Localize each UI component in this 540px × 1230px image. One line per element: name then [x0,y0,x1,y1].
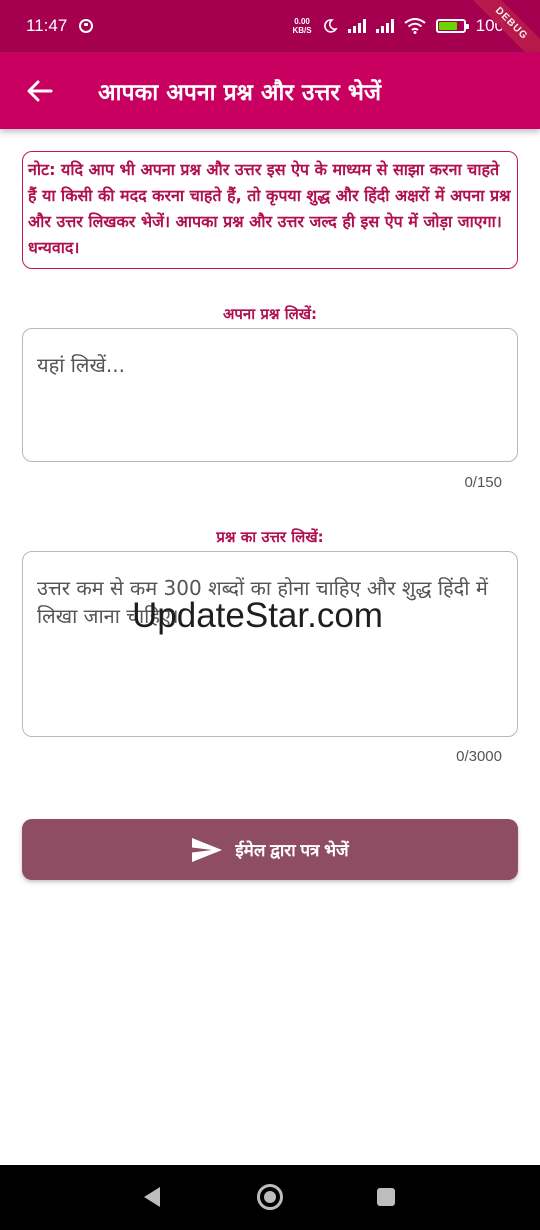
notification-icon [79,19,94,33]
question-label: अपना प्रश्न लिखें: [222,305,318,323]
arrow-left-icon [27,80,53,101]
status-time: 11:47 [26,16,68,35]
nav-home-button[interactable] [248,1175,292,1219]
moon-icon [323,19,338,33]
square-recents-icon [377,1188,395,1206]
answer-input[interactable] [22,551,518,737]
status-bar: 11:47 0.00 KB/S 100 DEBUG [0,0,540,70]
net-speed: 0.00 KB/S [293,17,312,35]
app-bar: आपका अपना प्रश्न और उत्तर भेजें [0,52,540,129]
answer-counter: 0/3000 [456,748,502,765]
wifi-icon [404,18,426,34]
net-speed-value: 0.00 [294,17,310,26]
triangle-back-icon [144,1187,160,1207]
nav-recents-button[interactable] [364,1175,408,1219]
circle-home-icon [257,1184,283,1210]
signal-icon [347,19,366,33]
send-button-label: ईमेल द्वारा पत्र भेजें [235,841,349,860]
battery-icon [435,19,469,33]
navigation-bar [0,1165,540,1230]
status-icons: 0.00 KB/S 100 [293,0,505,52]
note-box: नोट: यदि आप भी अपना प्रश्न और उत्तर इस ऐ… [22,151,518,269]
nav-back-button[interactable] [130,1175,174,1219]
page-title: आपका अपना प्रश्न और उत्तर भेजें [98,79,382,106]
net-speed-unit: KB/S [292,26,312,35]
answer-label: प्रश्न का उत्तर लिखें: [216,528,324,546]
signal-icon-2 [375,19,394,33]
send-icon [192,837,223,862]
question-counter: 0/150 [464,474,502,491]
back-button[interactable] [20,71,60,111]
send-email-button[interactable]: ईमेल द्वारा पत्र भेजें [22,819,518,880]
note-text: नोट: यदि आप भी अपना प्रश्न और उत्तर इस ऐ… [28,160,511,257]
question-input[interactable] [22,328,518,462]
